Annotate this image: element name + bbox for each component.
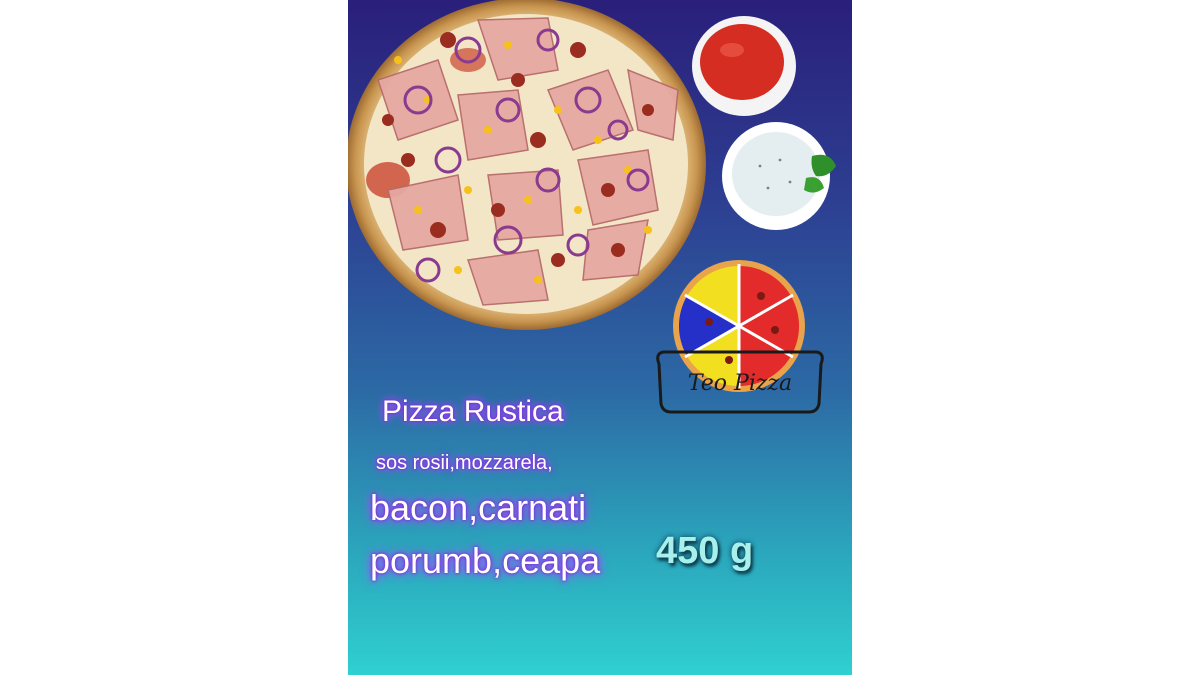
product-weight: 450 g	[656, 530, 754, 572]
menu-card: Teo Pizza Pizza Rustica sos rosii,mozzar…	[348, 0, 852, 675]
garlic-sauce-bowl-image	[722, 122, 836, 230]
teo-pizza-logo: Teo Pizza	[656, 260, 824, 414]
ingredients-line-1: sos rosii,mozzarela,	[376, 452, 553, 474]
ingredients-line-2: bacon,carnati	[370, 487, 587, 528]
logo-text: Teo Pizza	[688, 371, 792, 396]
ingredients-line-3: porumb,ceapa	[370, 540, 601, 581]
product-name: Pizza Rustica	[382, 395, 564, 428]
tomato-sauce-bowl-image	[692, 16, 796, 116]
